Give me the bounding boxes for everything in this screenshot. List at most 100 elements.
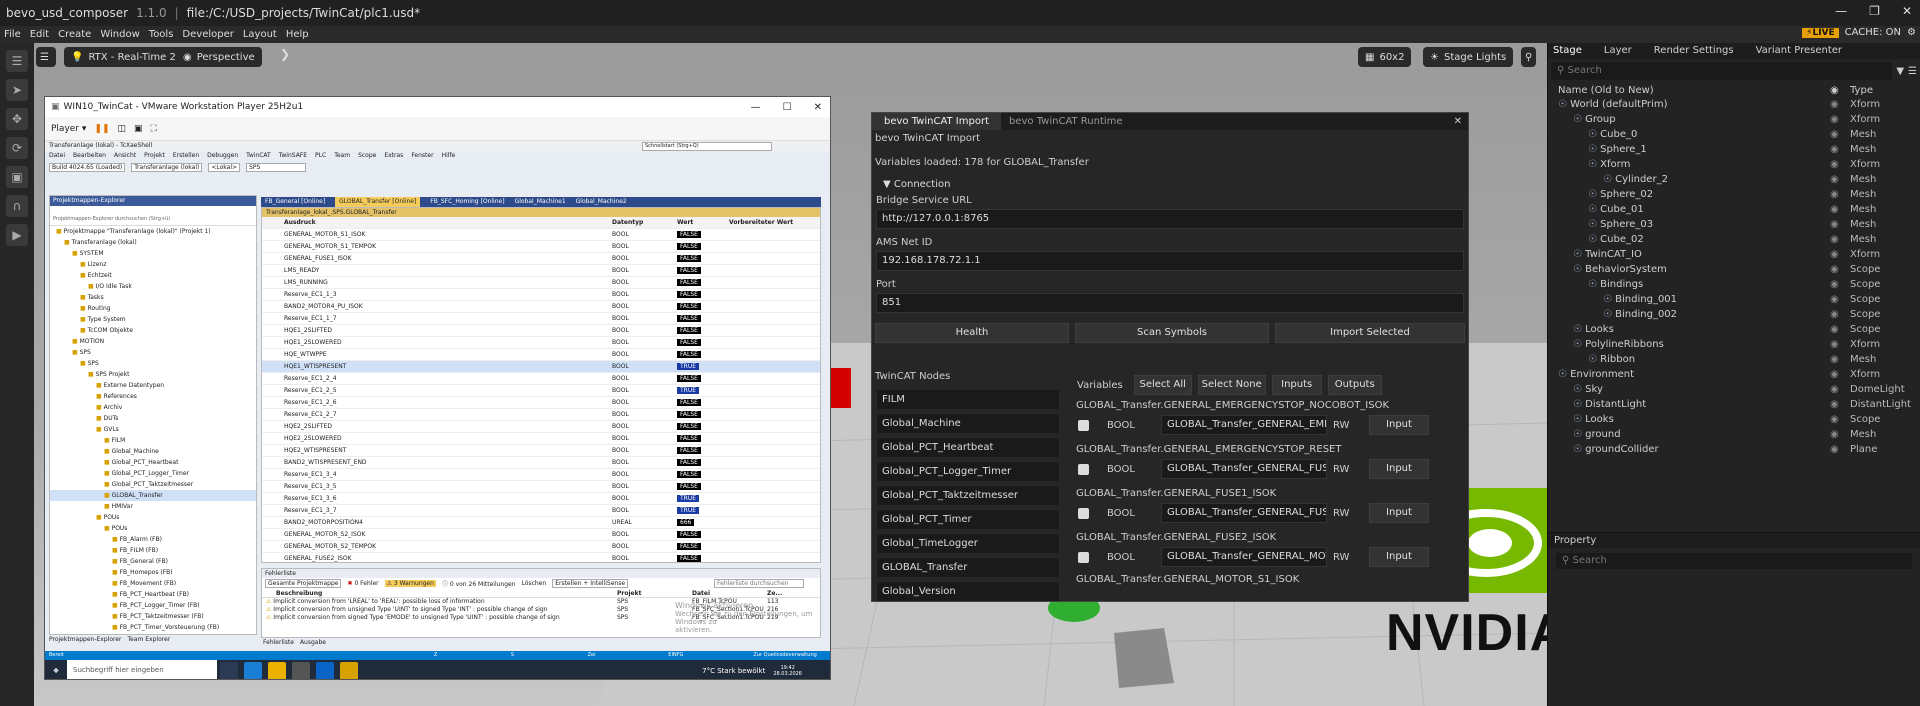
build-select[interactable]: Build 4024.65 (Loaded) [49, 163, 126, 172]
watch-row[interactable]: Reserve_EC1_1_7 BOOL FALSE [262, 313, 820, 325]
port-input[interactable]: 851 [876, 293, 1464, 313]
menu-developer[interactable]: Developer [182, 29, 233, 40]
twincat-node[interactable]: FILM [877, 390, 1059, 409]
explorer-item[interactable]: ■ References [50, 391, 256, 402]
watch-row[interactable]: GENERAL_MOTOR_S1_ISOK BOOL FALSE [262, 229, 820, 241]
explorer-item[interactable]: ■ Routing [50, 303, 256, 314]
eye-icon[interactable]: ◉ [1830, 232, 1850, 247]
explorer-search[interactable]: Projektmappen-Explorer durchsuchen (Strg… [50, 216, 256, 226]
explorer-item[interactable]: ■ FB_PCT_Logger_Timer (FB) [50, 600, 256, 611]
variable-direction-select[interactable]: Input [1369, 547, 1429, 567]
stage-tree-item[interactable]: ☉ Bindings ◉ Scope [1558, 277, 1920, 292]
stage-tree-item[interactable]: ☉ Binding_002 ◉ Scope [1558, 307, 1920, 322]
vm-fullscreen-icon[interactable]: ⛶ [151, 124, 157, 134]
vs-menu-debuggen[interactable]: Debuggen [207, 151, 238, 161]
explorer-item[interactable]: ■ TcCOM Objekte [50, 325, 256, 336]
eye-icon[interactable]: ◉ [1830, 277, 1850, 292]
menu-create[interactable]: Create [58, 29, 91, 40]
explorer-item[interactable]: ■ GLOBAL_Transfer [50, 490, 256, 501]
tab-variant-presenter[interactable]: Variant Presenter [1756, 43, 1842, 59]
tab-global-transfer[interactable]: GLOBAL_Transfer [Online] [335, 197, 421, 207]
variable-checkbox[interactable] [1078, 463, 1089, 475]
vs-menu-projekt[interactable]: Projekt [144, 151, 165, 161]
error-scope-select[interactable]: Gesamte Projektmappe [265, 579, 342, 588]
explorer-item[interactable]: ■ FB_PCT_Timer_Vorsteuerung (FB) [50, 622, 256, 633]
explorer-item[interactable]: ■ Global_PCT_Taktzeitmesser [50, 479, 256, 490]
watch-row[interactable]: Reserve_EC1_2_6 BOOL FALSE [262, 397, 820, 409]
quick-launch[interactable]: Schnellstart (Strg+Q) [642, 142, 772, 151]
watch-row[interactable]: Reserve_EC1_3_4 BOOL FALSE [262, 469, 820, 481]
error-count[interactable]: ✖ 0 Fehler [347, 580, 378, 587]
resolution-button[interactable]: ▦ 60x2 [1358, 47, 1412, 67]
eye-icon[interactable]: ◉ [1830, 202, 1850, 217]
explorer-item[interactable]: ■ FB_Movement (FB) [50, 578, 256, 589]
settings-icon[interactable]: ⚙ [1907, 27, 1916, 38]
vm-minimize-icon[interactable]: — [751, 102, 761, 113]
twincat-node[interactable]: Global_Version [877, 582, 1059, 601]
tab-twincat-import[interactable]: bevo TwinCAT Import [872, 113, 1001, 130]
explorer-item[interactable]: ■ FB_Pulse (FB) [50, 633, 256, 634]
explorer-item[interactable]: ■ Global_PCT_Logger_Timer [50, 468, 256, 479]
explorer-item[interactable]: ■ Echtzeit [50, 270, 256, 281]
health-button[interactable]: Health [875, 323, 1069, 343]
mail-icon[interactable] [316, 661, 334, 679]
watch-row[interactable]: GENERAL_MOTOR_S2_TEMPOK BOOL FALSE [262, 541, 820, 553]
eye-icon[interactable]: ◉ [1830, 127, 1850, 142]
bridge-url-input[interactable]: http://127.0.0.1:8765 [876, 209, 1464, 229]
scale-icon[interactable]: ▣ [6, 166, 28, 188]
tab-layer[interactable]: Layer [1604, 43, 1632, 59]
error-search[interactable]: Fehlerliste durchsuchen [714, 579, 805, 588]
tab-twincat-runtime[interactable]: bevo TwinCAT Runtime [1001, 113, 1131, 130]
eye-icon[interactable]: ◉ [1830, 412, 1850, 427]
watch-row[interactable]: LMS_RUNNING BOOL FALSE [262, 277, 820, 289]
eye-icon[interactable]: ◉ [1830, 157, 1850, 172]
eye-icon[interactable]: ◉ [1830, 352, 1850, 367]
twincat-node[interactable]: Global_PCT_Heartbeat [877, 438, 1059, 457]
vm-tool-icon[interactable]: ◫ [118, 124, 127, 134]
stage-tree-item[interactable]: ☉ TwinCAT_IO ◉ Xform [1558, 247, 1920, 262]
watch-row[interactable]: LMS_READY BOOL FALSE [262, 265, 820, 277]
stage-tree-item[interactable]: ☉ World (defaultPrim) ◉ Xform [1558, 97, 1920, 112]
watch-row[interactable]: Reserve_EC1_2_4 BOOL FALSE [262, 373, 820, 385]
watch-row[interactable]: HQE_WTWPPE BOOL FALSE [262, 349, 820, 361]
watch-row[interactable]: BAND2_MOTORPOSITION4 UREAL 666 [262, 517, 820, 529]
vs-menu-twincat[interactable]: TwinCAT [246, 151, 271, 161]
explorer-item[interactable]: ■ SPS [50, 347, 256, 358]
store-icon[interactable] [292, 661, 310, 679]
variable-name-input[interactable]: GLOBAL_Transfer_GENERAL_FUSE1_IS [1161, 459, 1327, 479]
scan-symbols-button[interactable]: Scan Symbols [1074, 323, 1269, 343]
bevo-close-icon[interactable]: ✕ [1454, 113, 1468, 130]
menu-file[interactable]: File [4, 29, 21, 40]
taskbar-search[interactable]: Suchbegriff hier eingeben [67, 660, 217, 679]
eye-icon[interactable]: ◉ [1830, 112, 1850, 127]
minimize-icon[interactable]: — [1835, 4, 1847, 18]
tab-solution-explorer[interactable]: Projektmappen-Explorer [49, 636, 121, 643]
watch-row[interactable]: Reserve_EC1_3_5 BOOL FALSE [262, 481, 820, 493]
eye-icon[interactable]: ◉ [1830, 97, 1850, 112]
pin-icon[interactable]: ⚲ [1521, 47, 1537, 67]
twincat-node[interactable]: Global_TimeLogger [877, 534, 1059, 553]
eye-icon[interactable]: ◉ [1830, 172, 1850, 187]
sps-select[interactable]: SPS [246, 163, 307, 172]
inputs-button[interactable]: Inputs [1271, 375, 1322, 395]
explorer-item[interactable]: ■ Global_PCT_Heartbeat [50, 457, 256, 468]
explorer-item[interactable]: ■ Externe Datentypen [50, 380, 256, 391]
vs-menu-twinsafe[interactable]: TwinSAFE [279, 151, 307, 161]
stage-tree-item[interactable]: ☉ Group ◉ Xform [1558, 112, 1920, 127]
tab-fb-sfc-homing[interactable]: FB_SFC_Homing [Online] [430, 197, 504, 207]
menu-layout[interactable]: Layout [243, 29, 277, 40]
stage-tree-item[interactable]: ☉ Xform ◉ Xform [1558, 157, 1920, 172]
explorer-item[interactable]: ■ Archiv [50, 402, 256, 413]
move-icon[interactable]: ✥ [6, 108, 28, 130]
vs-menu-team[interactable]: Team [334, 151, 350, 161]
tab-global-machine1[interactable]: Global_Machine1 [515, 197, 566, 207]
eye-icon[interactable]: ◉ [1830, 307, 1850, 322]
explorer-item[interactable]: ■ FB_Homepos (FB) [50, 567, 256, 578]
stage-tree-item[interactable]: ☉ groundCollider ◉ Plane [1558, 442, 1920, 457]
message-count[interactable]: ⓘ 0 von 26 Mitteilungen [442, 579, 516, 588]
eye-icon[interactable]: ◉ [1830, 322, 1850, 337]
watch-row[interactable]: Reserve_EC1_2_5 BOOL TRUE [262, 385, 820, 397]
explorer-item[interactable]: ■ SPS [50, 358, 256, 369]
explorer-icon[interactable] [268, 661, 286, 679]
build-filter-select[interactable]: Erstellen + IntelliSense [552, 579, 629, 588]
